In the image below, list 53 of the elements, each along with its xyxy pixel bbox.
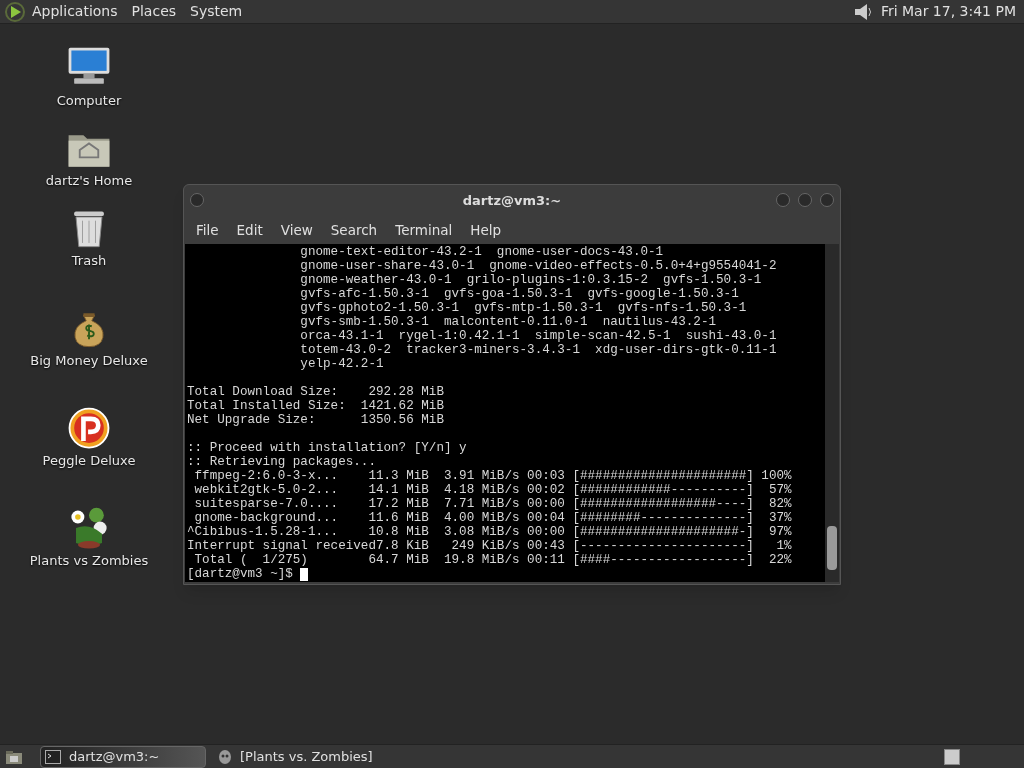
window-menu-button[interactable] — [190, 193, 204, 207]
panel-menu[interactable]: Applications — [32, 1, 118, 22]
desktop-icon-label[interactable]: Big Money Deluxe — [30, 350, 148, 370]
shell-prompt: [dartz@vm3 ~]$ — [187, 567, 294, 581]
terminal-line: suitesparse-7.0.... 17.2 MiB 7.71 MiB/s 00:00 [##################----] 82% — [193, 497, 793, 511]
terminal-line: Net Upgrade Size: 1350.56 MiB — [187, 413, 445, 427]
menu-item[interactable]: File — [188, 219, 227, 241]
workspace-switcher[interactable] — [944, 748, 960, 765]
minimize-button[interactable] — [776, 193, 790, 207]
menu-item[interactable]: Edit — [228, 219, 271, 241]
terminal-line: webkit2gtk-5.0-2... 14.1 MiB 4.18 MiB/s 00:02 [############----------] 57% — [193, 483, 793, 497]
terminal-icon — [45, 749, 61, 764]
scrollbar-thumb[interactable] — [827, 526, 837, 570]
close-button[interactable] — [820, 193, 834, 207]
maximize-button[interactable] — [798, 193, 812, 207]
terminal-line: yelp-42.2-1 — [299, 357, 385, 371]
terminal-line: Total ( 1/275) 64.7 MiB 19.8 MiB/s 00:11 [####------------------] 22% — [193, 553, 793, 567]
terminal-line: gnome-user-share-43.0-1 gnome-video-effects-0.5.0+4+g9554041-2 — [299, 259, 778, 273]
desktop-icon-label[interactable]: Trash — [71, 250, 107, 270]
window-title: dartz@vm3:~ — [462, 191, 562, 210]
menu-item[interactable]: View — [272, 219, 321, 241]
zombie-icon — [218, 748, 232, 765]
terminal-line: orca-43.1-1 rygel-1:0.42.1-1 simple-scan-42.5-1 sushi-43.0-1 — [299, 329, 778, 343]
clock[interactable]: Fri Mar 17, 3:41 PM — [880, 1, 1016, 22]
terminal-line: totem-43.0-2 tracker3-miners-3.4.3-1 xdg-user-dirs-gtk-0.11-1 — [299, 343, 778, 357]
terminal-line: gvfs-smb-1.50.3-1 malcontent-0.11.0-1 nautilus-43.2-1 — [299, 315, 718, 329]
menu-item[interactable]: Terminal — [387, 219, 461, 241]
scrollbar[interactable] — [825, 244, 839, 582]
terminal-line: :: Retrieving packages... — [187, 455, 377, 469]
terminal-line: Interrupt signal received7.8 KiB 249 KiB/s 00:43 [----------------------] 1% — [187, 539, 793, 553]
terminal-line: Total Installed Size: 1421.62 MiB — [187, 399, 445, 413]
text-cursor — [300, 567, 309, 581]
desktop-icon-label[interactable]: Peggle Deluxe — [42, 450, 136, 470]
terminal-line: Total Download Size: 292.28 MiB — [187, 385, 445, 399]
terminal-line: gnome-weather-43.0-1 grilo-plugins-1:0.3.15-2 gvfs-1.50.3-1 — [299, 273, 763, 287]
speaker-icon — [852, 1, 873, 22]
terminal-line: gvfs-afc-1.50.3-1 gvfs-goa-1.50.3-1 gvfs-google-1.50.3-1 — [299, 287, 740, 301]
menu-item[interactable]: Help — [462, 219, 510, 241]
terminal-line: ^Cibibus-1.5.28-1... 10.8 MiB 3.08 MiB/s 00:00 [#####################-] 97% — [187, 525, 793, 539]
panel-menu[interactable]: System — [190, 1, 243, 22]
menu-item[interactable]: Search — [322, 219, 386, 241]
terminal-line: :: Proceed with installation? [Y/n] y — [187, 441, 468, 455]
logo-icon — [4, 0, 26, 23]
terminal-line: ffmpeg-2:6.0-3-x... 11.3 MiB 3.91 MiB/s 00:03 [######################] 100% — [193, 469, 793, 483]
taskbar-button[interactable]: [Plants vs. Zombies] — [214, 745, 380, 768]
panel-menu[interactable]: Places — [131, 1, 177, 22]
terminal-line: gnome-background... 11.6 MiB 4.00 MiB/s 00:04 [########--------------] 37% — [193, 511, 793, 525]
desktop-icon-label[interactable]: dartz's Home — [45, 170, 133, 190]
desktop-icon-label[interactable]: Computer — [56, 90, 122, 110]
terminal-line: gnome-text-editor-43.2-1 gnome-user-docs-43.0-1 — [299, 245, 665, 259]
desktop-icon-label[interactable]: Plants vs Zombies — [29, 550, 149, 570]
terminal-line: gvfs-gphoto2-1.50.3-1 gvfs-mtp-1.50.3-1 gvfs-nfs-1.50.3-1 — [299, 301, 748, 315]
taskbar-button[interactable]: dartz@vm3:~ — [40, 745, 206, 768]
